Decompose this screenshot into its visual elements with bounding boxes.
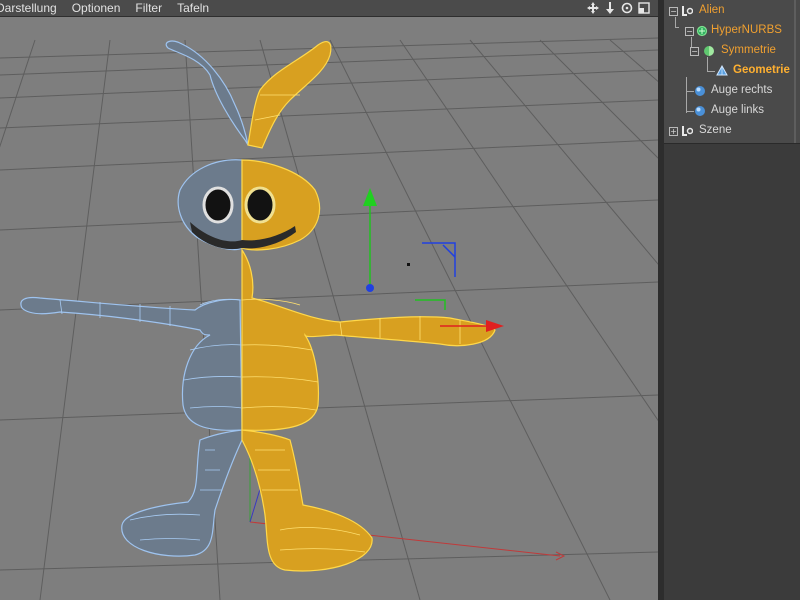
null-object-icon	[682, 6, 693, 16]
expand-toggle[interactable]: +	[669, 127, 678, 136]
object-label[interactable]: Alien	[699, 4, 725, 16]
sphere-icon	[695, 86, 705, 96]
toggle-view-icon[interactable]	[637, 2, 650, 15]
object-label[interactable]: Auge rechts	[711, 84, 772, 96]
alien-eye-right	[202, 186, 234, 224]
object-label[interactable]: Szene	[699, 124, 732, 136]
collapse-toggle[interactable]: −	[669, 7, 678, 16]
object-label[interactable]: Auge links	[711, 104, 764, 116]
object-row-hypernurbs[interactable]: − HyperNURBS	[664, 21, 794, 41]
3d-viewport[interactable]: Darstellung Optionen Filter Tafeln	[0, 0, 658, 600]
menu-darstellung[interactable]: Darstellung	[0, 1, 57, 15]
object-manager: − Alien − HyperNURBS − Symmetrie Geometr…	[664, 0, 800, 600]
gizmo-z-handle	[366, 284, 374, 292]
symmetry-icon	[704, 46, 714, 56]
object-label[interactable]: Symmetrie	[721, 44, 776, 56]
hypernurbs-icon	[696, 25, 708, 37]
dolly-view-icon[interactable]	[603, 2, 616, 15]
object-row-auge-links[interactable]: Auge links	[664, 101, 794, 121]
object-row-symmetrie[interactable]: − Symmetrie	[664, 41, 794, 61]
menu-optionen[interactable]: Optionen	[72, 1, 121, 15]
menu-tafeln[interactable]: Tafeln	[177, 1, 209, 15]
object-row-auge-rechts[interactable]: Auge rechts	[664, 81, 794, 101]
transform-gizmo	[363, 188, 504, 332]
viewport-nav-icons	[586, 0, 650, 16]
object-label[interactable]: Geometrie	[733, 64, 790, 76]
collapse-toggle[interactable]: −	[690, 47, 699, 56]
object-row-geometrie[interactable]: Geometrie	[664, 61, 794, 81]
polygon-object-icon	[716, 65, 728, 76]
object-list: − Alien − HyperNURBS − Symmetrie Geometr…	[664, 0, 800, 144]
menu-filter[interactable]: Filter	[135, 1, 162, 15]
object-label[interactable]: HyperNURBS	[711, 24, 782, 36]
null-object-icon	[682, 126, 693, 136]
viewport-scene[interactable]	[0, 17, 658, 600]
sphere-icon	[695, 106, 705, 116]
viewport-menubar: Darstellung Optionen Filter Tafeln	[0, 0, 658, 17]
rotate-view-icon[interactable]	[620, 2, 633, 15]
alien-mesh-orange	[241, 41, 496, 572]
gizmo-y-handle	[363, 188, 377, 206]
object-row-alien[interactable]: − Alien	[664, 1, 794, 21]
object-row-szene[interactable]: + Szene	[664, 121, 794, 141]
alien-eye-left	[244, 186, 276, 224]
move-view-icon[interactable]	[586, 2, 599, 15]
collapse-toggle[interactable]: −	[685, 27, 694, 36]
